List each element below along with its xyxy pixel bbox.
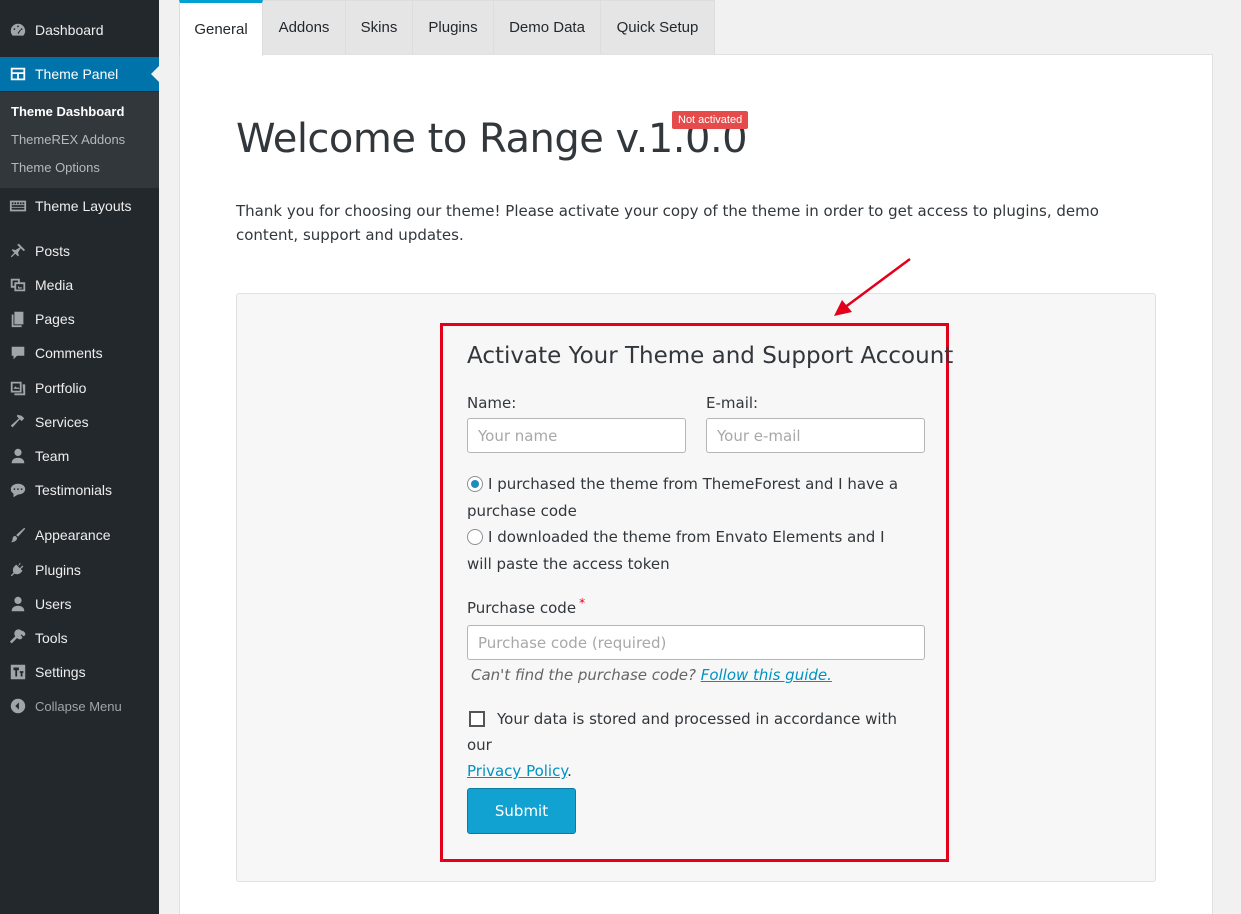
sidebar-item-appearance[interactable]: Appearance <box>0 518 159 552</box>
sidebar-item-label: Comments <box>35 345 103 361</box>
radio-option-envato[interactable]: I downloaded the theme from Envato Eleme… <box>467 524 907 578</box>
brush-icon <box>0 518 35 552</box>
radio-label-themeforest: I purchased the theme from ThemeForest a… <box>467 475 899 520</box>
sidebar-item-comments[interactable]: Comments <box>0 336 159 370</box>
radio-label-envato: I downloaded the theme from Envato Eleme… <box>467 528 885 573</box>
purchase-code-input[interactable] <box>467 625 925 660</box>
comment-icon <box>0 336 35 370</box>
consent-text: Your data is stored and processed in acc… <box>467 710 897 754</box>
sidebar-item-label: Theme Layouts <box>35 198 132 214</box>
sidebar-item-label: Team <box>35 448 70 464</box>
name-label: Name: <box>467 394 517 412</box>
purchase-code-hint: Can't find the purchase code? Follow thi… <box>471 666 832 684</box>
tab-demo-data[interactable]: Demo Data <box>494 0 601 55</box>
sidebar-item-label: Plugins <box>35 562 81 578</box>
hint-text: Can't find the purchase code? <box>471 666 696 684</box>
sidebar-item-dashboard[interactable]: Dashboard <box>0 13 159 47</box>
sidebar-item-services[interactable]: Services <box>0 405 159 439</box>
sidebar-item-team[interactable]: Team <box>0 439 159 473</box>
sidebar-item-label: Settings <box>35 664 86 680</box>
radio-button-themeforest[interactable] <box>467 476 483 492</box>
intro-text: Thank you for choosing our theme! Please… <box>236 202 1099 244</box>
layouts-icon <box>0 189 35 223</box>
sidebar-item-tools[interactable]: Tools <box>0 621 159 655</box>
theme-panel-icon <box>0 57 35 91</box>
name-input[interactable] <box>467 418 686 453</box>
tab-plugins[interactable]: Plugins <box>413 0 494 55</box>
purchase-code-label-text: Purchase code <box>467 599 577 617</box>
tab-skins[interactable]: Skins <box>346 0 413 55</box>
pages-icon <box>0 302 35 336</box>
sidebar-item-label: Services <box>35 414 89 430</box>
email-input[interactable] <box>706 418 925 453</box>
sidebar-item-pages[interactable]: Pages <box>0 302 159 336</box>
sidebar-item-label: Posts <box>35 243 71 259</box>
media-icon <box>0 268 35 302</box>
radio-button-envato[interactable] <box>467 529 483 545</box>
collapse-icon <box>0 689 35 723</box>
sidebar-item-theme-layouts[interactable]: Theme Layouts <box>0 189 159 223</box>
sidebar-item-portfolio[interactable]: Portfolio <box>0 371 159 405</box>
privacy-consent-checkbox[interactable] <box>469 711 485 727</box>
sidebar-item-testimonials[interactable]: Testimonials <box>0 473 159 507</box>
tab-addons[interactable]: Addons <box>263 0 346 55</box>
submenu-theme-dashboard[interactable]: Theme Dashboard <box>11 104 124 119</box>
portfolio-icon <box>0 371 35 405</box>
sidebar-item-label: Theme Panel <box>35 66 119 82</box>
annotation-arrow <box>834 257 911 316</box>
sidebar-item-label: Dashboard <box>35 22 104 38</box>
sidebar-item-label: Portfolio <box>35 380 87 396</box>
testimonial-icon <box>0 473 35 507</box>
sidebar-item-label: Appearance <box>35 527 111 543</box>
consent-end: . <box>567 762 572 780</box>
pin-icon <box>0 234 35 268</box>
sidebar-item-posts[interactable]: Posts <box>0 234 159 268</box>
users-icon <box>0 587 35 621</box>
sidebar-item-label: Tools <box>35 630 68 646</box>
plugin-icon <box>0 553 35 587</box>
admin-sidebar: Dashboard Theme Panel Theme Dashboard Th… <box>0 0 159 914</box>
sidebar-item-label: Pages <box>35 311 75 327</box>
tab-general[interactable]: General <box>179 0 263 56</box>
sidebar-item-media[interactable]: Media <box>0 268 159 302</box>
status-badge: Not activated <box>672 111 749 129</box>
submenu-theme-options[interactable]: Theme Options <box>11 160 100 175</box>
purchase-code-label: Purchase code * <box>467 596 586 617</box>
sidebar-item-label: Collapse Menu <box>35 698 122 714</box>
sidebar-item-label: Testimonials <box>35 482 113 498</box>
user-icon <box>0 439 35 473</box>
wrench-icon <box>0 621 35 655</box>
sidebar-item-label: Media <box>35 277 74 293</box>
privacy-policy-link[interactable]: Privacy Policy <box>467 762 567 780</box>
tab-quick-setup[interactable]: Quick Setup <box>601 0 715 55</box>
sidebar-item-theme-panel[interactable]: Theme Panel <box>0 57 159 91</box>
radio-option-themeforest[interactable]: I purchased the theme from ThemeForest a… <box>467 471 907 525</box>
hammer-icon <box>0 405 35 439</box>
settings-icon <box>0 655 35 689</box>
sidebar-item-users[interactable]: Users <box>0 587 159 621</box>
theme-panel-submenu: Theme Dashboard ThemeREX Addons Theme Op… <box>0 92 159 188</box>
sidebar-item-label: Users <box>35 596 72 612</box>
email-label: E-mail: <box>706 394 759 412</box>
form-title: Activate Your Theme and Support Account <box>467 343 954 369</box>
follow-guide-link[interactable]: Follow this guide. <box>701 666 832 684</box>
submit-button[interactable]: Submit <box>467 788 576 834</box>
collapse-menu-button[interactable]: Collapse Menu <box>0 689 159 723</box>
submenu-themerex-addons[interactable]: ThemeREX Addons <box>11 132 125 147</box>
privacy-consent: Your data is stored and processed in acc… <box>467 706 917 784</box>
required-mark: * <box>579 596 586 610</box>
sidebar-item-settings[interactable]: Settings <box>0 655 159 689</box>
page-title: Welcome to Range v.1.0.0 <box>236 116 748 162</box>
dashboard-icon <box>0 13 35 47</box>
sidebar-item-plugins[interactable]: Plugins <box>0 553 159 587</box>
